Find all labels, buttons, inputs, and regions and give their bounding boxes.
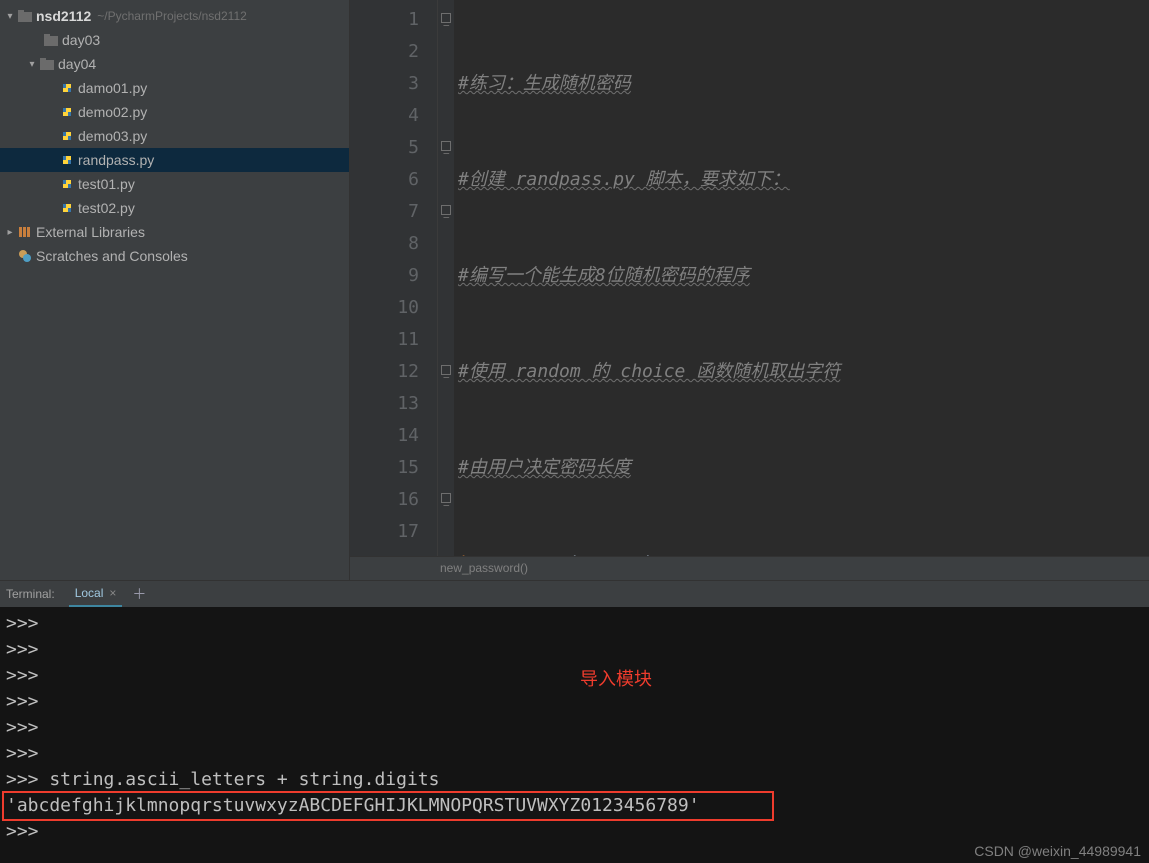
watermark: CSDN @weixin_44989941 — [974, 843, 1141, 859]
file-label: demo03.py — [78, 128, 147, 144]
file-label: randpass.py — [78, 152, 154, 168]
terminal-panel: Terminal: Local × ＋ >>> >>> >>> >>> >>> … — [0, 581, 1149, 863]
line-number: 17 — [350, 516, 419, 548]
file-randpass[interactable]: randpass.py — [0, 148, 349, 172]
terminal-line: >>> — [6, 637, 1143, 663]
line-number: 7 — [350, 196, 419, 228]
terminal-label: Terminal: — [6, 587, 55, 601]
scratches-node[interactable]: Scratches and Consoles — [0, 244, 349, 268]
terminal-tab-label: Local — [75, 586, 104, 600]
python-file-icon — [60, 81, 74, 95]
fold-icon[interactable] — [441, 13, 451, 23]
line-number: 13 — [350, 388, 419, 420]
file-test02[interactable]: test02.py — [0, 196, 349, 220]
fold-icon[interactable] — [441, 141, 451, 151]
line-number: 16 — [350, 484, 419, 516]
scratches-icon — [18, 249, 32, 263]
ext-lib-label: External Libraries — [36, 224, 145, 240]
folder-icon — [44, 33, 58, 47]
project-sidebar[interactable]: ▾ nsd2112 ~/PycharmProjects/nsd2112 day0… — [0, 0, 350, 580]
project-path: ~/PycharmProjects/nsd2112 — [97, 9, 247, 23]
terminal-tab-local[interactable]: Local × — [69, 581, 123, 607]
line-number: 4 — [350, 100, 419, 132]
folder-icon — [18, 9, 32, 23]
close-icon[interactable]: × — [109, 586, 116, 600]
line-number: 14 — [350, 420, 419, 452]
breadcrumb-item: new_password() — [440, 561, 528, 575]
python-file-icon — [60, 201, 74, 215]
file-test01[interactable]: test01.py — [0, 172, 349, 196]
breadcrumb[interactable]: new_password() — [350, 556, 1149, 580]
line-number: 9 — [350, 260, 419, 292]
terminal-line: >>> — [6, 663, 1143, 689]
file-label: damo01.py — [78, 80, 147, 96]
folder-label: day03 — [62, 32, 100, 48]
project-name: nsd2112 — [36, 8, 91, 24]
line-number: 1 — [350, 4, 419, 36]
editor-area: 1 2 3 4 5 6 7 8 9 10 11 12 13 14 15 16 1… — [350, 0, 1149, 580]
line-number-gutter[interactable]: 1 2 3 4 5 6 7 8 9 10 11 12 13 14 15 16 1… — [350, 0, 438, 556]
library-icon — [18, 225, 32, 239]
code-editor[interactable]: #练习：生成随机密码 #创建 randpass.py 脚本，要求如下： #编写一… — [454, 0, 1149, 556]
python-file-icon — [60, 105, 74, 119]
file-damo01[interactable]: damo01.py — [0, 76, 349, 100]
line-number: 2 — [350, 36, 419, 68]
chevron-down-icon: ▾ — [26, 59, 38, 70]
python-file-icon — [60, 153, 74, 167]
annotation-label: 导入模块 — [580, 667, 652, 693]
terminal-line: >>> — [6, 819, 1143, 845]
python-file-icon — [60, 177, 74, 191]
comment: #编写一个能生成8位随机密码的程序 — [458, 265, 750, 286]
project-root-node[interactable]: ▾ nsd2112 ~/PycharmProjects/nsd2112 — [0, 4, 349, 28]
chevron-down-icon: ▾ — [4, 11, 16, 22]
folder-icon — [40, 57, 54, 71]
line-number: 10 — [350, 292, 419, 324]
code-text: string — [610, 553, 675, 556]
line-number: 6 — [350, 164, 419, 196]
comment: #练习：生成随机密码 — [458, 73, 631, 94]
fold-icon[interactable] — [441, 493, 451, 503]
fold-gutter[interactable] — [438, 0, 454, 556]
terminal-tab-bar: Terminal: Local × ＋ — [0, 581, 1149, 607]
add-terminal-button[interactable]: ＋ — [132, 584, 146, 604]
kw-import: import — [458, 553, 523, 556]
line-number: 3 — [350, 68, 419, 100]
terminal-body[interactable]: >>> >>> >>> >>> >>> >>> >>> string.ascii… — [0, 607, 1149, 863]
comment: #由用户决定密码长度 — [458, 457, 631, 478]
comment: #使用 random 的 choice 函数随机取出字符 — [458, 361, 840, 382]
file-demo02[interactable]: demo02.py — [0, 100, 349, 124]
chevron-right-icon: ▸ — [4, 227, 16, 238]
comment: #创建 randpass.py 脚本，要求如下： — [458, 169, 790, 190]
python-file-icon — [60, 129, 74, 143]
scratches-label: Scratches and Consoles — [36, 248, 188, 264]
terminal-line: 'abcdefghijklmnopqrstuvwxyzABCDEFGHIJKLM… — [6, 795, 700, 816]
line-number: 11 — [350, 324, 419, 356]
file-label: test02.py — [78, 200, 135, 216]
fold-icon[interactable] — [441, 205, 451, 215]
terminal-line: >>> string.ascii_letters + string.digits — [6, 767, 1143, 793]
terminal-line: >>> — [6, 715, 1143, 741]
terminal-line: >>> — [6, 689, 1143, 715]
line-number: 15 — [350, 452, 419, 484]
external-libraries[interactable]: ▸ External Libraries — [0, 220, 349, 244]
folder-day03[interactable]: day03 — [0, 28, 349, 52]
folder-label: day04 — [58, 56, 96, 72]
file-label: test01.py — [78, 176, 135, 192]
file-label: demo02.py — [78, 104, 147, 120]
fold-icon[interactable] — [441, 365, 451, 375]
code-text: random — [523, 553, 599, 556]
terminal-line: >>> — [6, 611, 1143, 637]
terminal-line: >>> — [6, 741, 1143, 767]
line-number: 5 — [350, 132, 419, 164]
file-demo03[interactable]: demo03.py — [0, 124, 349, 148]
line-number: 8 — [350, 228, 419, 260]
code-text: , — [599, 553, 610, 556]
line-number: 12 — [350, 356, 419, 388]
folder-day04[interactable]: ▾ day04 — [0, 52, 349, 76]
